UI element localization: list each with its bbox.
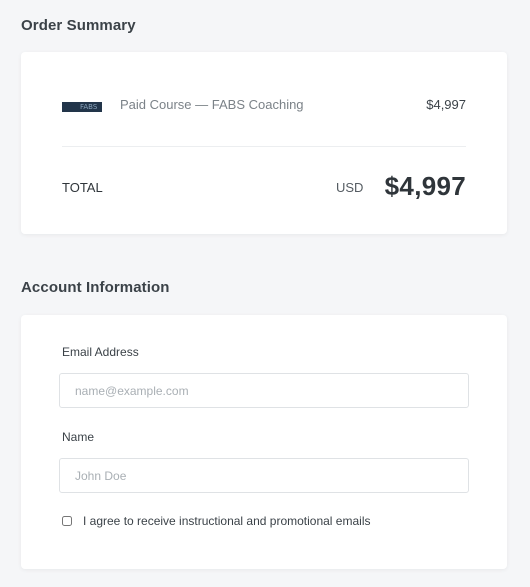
- name-field[interactable]: [59, 458, 469, 493]
- email-field[interactable]: [59, 373, 469, 408]
- product-name: Paid Course — FABS Coaching: [120, 97, 304, 112]
- consent-row[interactable]: I agree to receive instructional and pro…: [62, 514, 370, 528]
- course-thumbnail-text: FABS: [80, 103, 98, 111]
- product-price: $4,997: [426, 97, 466, 112]
- total-label: TOTAL: [62, 180, 103, 195]
- consent-label: I agree to receive instructional and pro…: [83, 514, 371, 528]
- total-amount: $4,997: [384, 171, 466, 201]
- account-information-card: Email Address Name I agree to receive in…: [21, 315, 507, 569]
- order-summary-card: FABS Paid Course — FABS Coaching $4,997 …: [21, 52, 507, 234]
- order-summary-title: Order Summary: [21, 17, 136, 34]
- course-thumbnail-image: FABS: [62, 102, 102, 112]
- name-label: Name: [62, 430, 95, 444]
- summary-divider: [62, 146, 466, 147]
- total-currency: USD: [336, 180, 364, 195]
- account-information-title: Account Information: [21, 279, 170, 296]
- email-label: Email Address: [62, 345, 139, 359]
- consent-checkbox[interactable]: [62, 516, 72, 526]
